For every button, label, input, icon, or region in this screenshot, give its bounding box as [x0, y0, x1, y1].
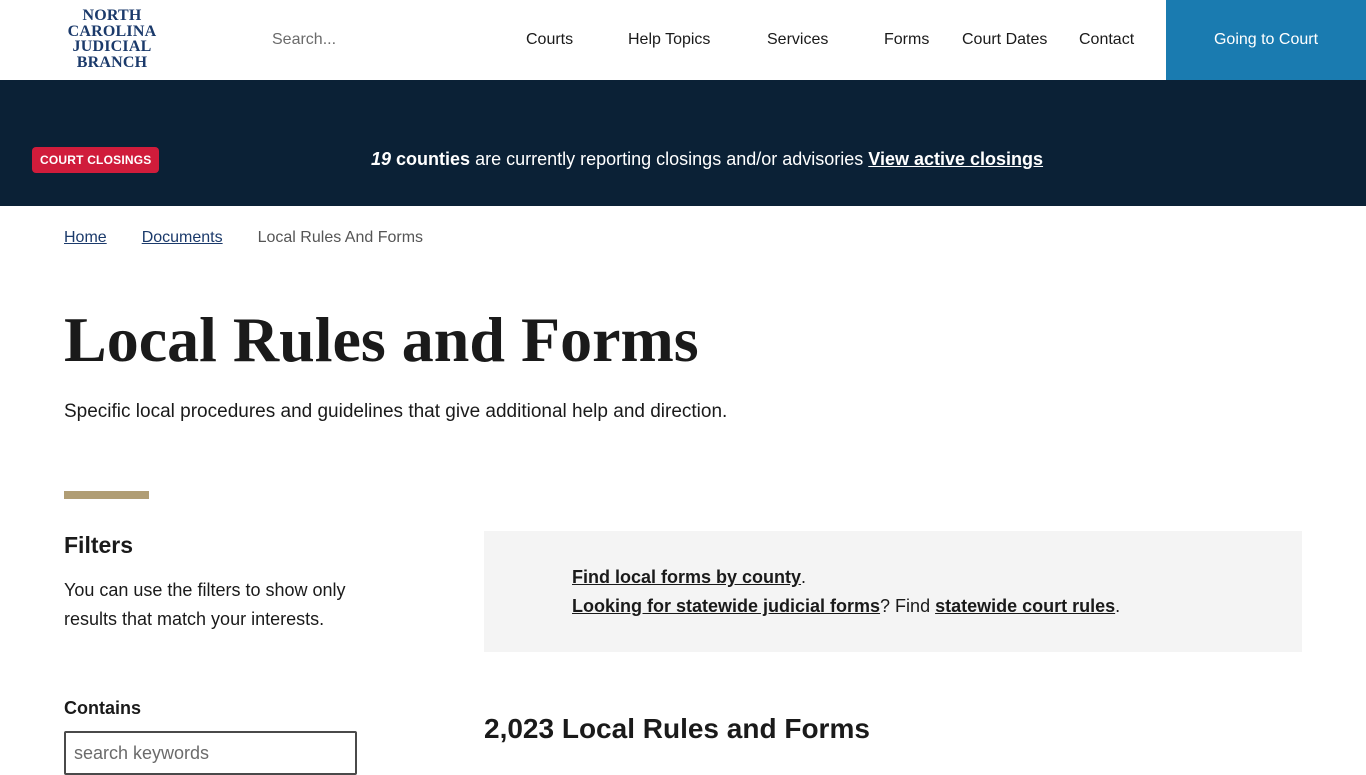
info-period: . [1115, 596, 1121, 616]
nav-forms[interactable]: Forms [884, 30, 929, 50]
nav-help-topics[interactable]: Help Topics [628, 30, 710, 50]
info-mid-text: ? Find [880, 596, 936, 616]
nav-courts[interactable]: Courts [526, 30, 573, 50]
info-callout: Find local forms by county. Looking for … [484, 531, 1302, 652]
site-search-input[interactable] [272, 30, 472, 50]
page-subtitle: Specific local procedures and guidelines… [64, 401, 728, 422]
filters-description: You can use the filters to show only res… [64, 580, 346, 629]
statewide-rules-link[interactable]: statewide court rules [935, 596, 1115, 616]
court-closings-banner: COURT CLOSINGS 19 counties are currently… [0, 80, 1366, 206]
closings-count: 19 [371, 149, 392, 169]
info-line-county: Find local forms by county. [572, 566, 806, 588]
counties-word: counties [396, 149, 471, 169]
nav-contact[interactable]: Contact [1079, 30, 1134, 50]
info-line-statewide: Looking for statewide judicial forms? Fi… [572, 595, 1120, 617]
court-closings-badge: COURT CLOSINGS [32, 147, 160, 173]
page-title: Local Rules and Forms [64, 304, 699, 375]
find-local-forms-link[interactable]: Find local forms by county [572, 567, 801, 587]
closings-message: 19 counties are currently reporting clos… [371, 148, 1043, 170]
logo-line: NORTH [82, 7, 142, 24]
nc-judicial-branch-logo[interactable]: NORTH CAROLINA JUDICIAL BRANCH [62, 8, 162, 70]
breadcrumb: Home Documents Local Rules And Forms [64, 228, 423, 248]
breadcrumb-documents[interactable]: Documents [142, 229, 223, 246]
accent-divider [64, 491, 149, 499]
contains-label: Contains [64, 698, 142, 718]
going-to-court-button[interactable]: Going to Court [1166, 0, 1366, 80]
closings-text: are currently reporting closings and/or … [475, 149, 864, 169]
filters-heading: Filters [64, 532, 134, 558]
site-header: NORTH CAROLINA JUDICIAL BRANCH Courts He… [0, 0, 1366, 80]
nav-court-dates[interactable]: Court Dates [962, 30, 1047, 50]
breadcrumb-current: Local Rules And Forms [257, 229, 424, 246]
nav-services[interactable]: Services [767, 30, 828, 50]
info-period: . [801, 567, 807, 587]
breadcrumb-home[interactable]: Home [64, 229, 107, 246]
logo-line: CAROLINA [67, 22, 157, 40]
results-heading: 2,023 Local Rules and Forms [484, 713, 870, 744]
view-active-closings-link[interactable]: View active closings [868, 149, 1043, 169]
keyword-search-input[interactable] [64, 731, 357, 775]
statewide-forms-link[interactable]: Looking for statewide judicial forms [572, 596, 880, 616]
logo-line: JUDICIAL [72, 38, 152, 55]
logo-line: BRANCH [76, 53, 148, 71]
